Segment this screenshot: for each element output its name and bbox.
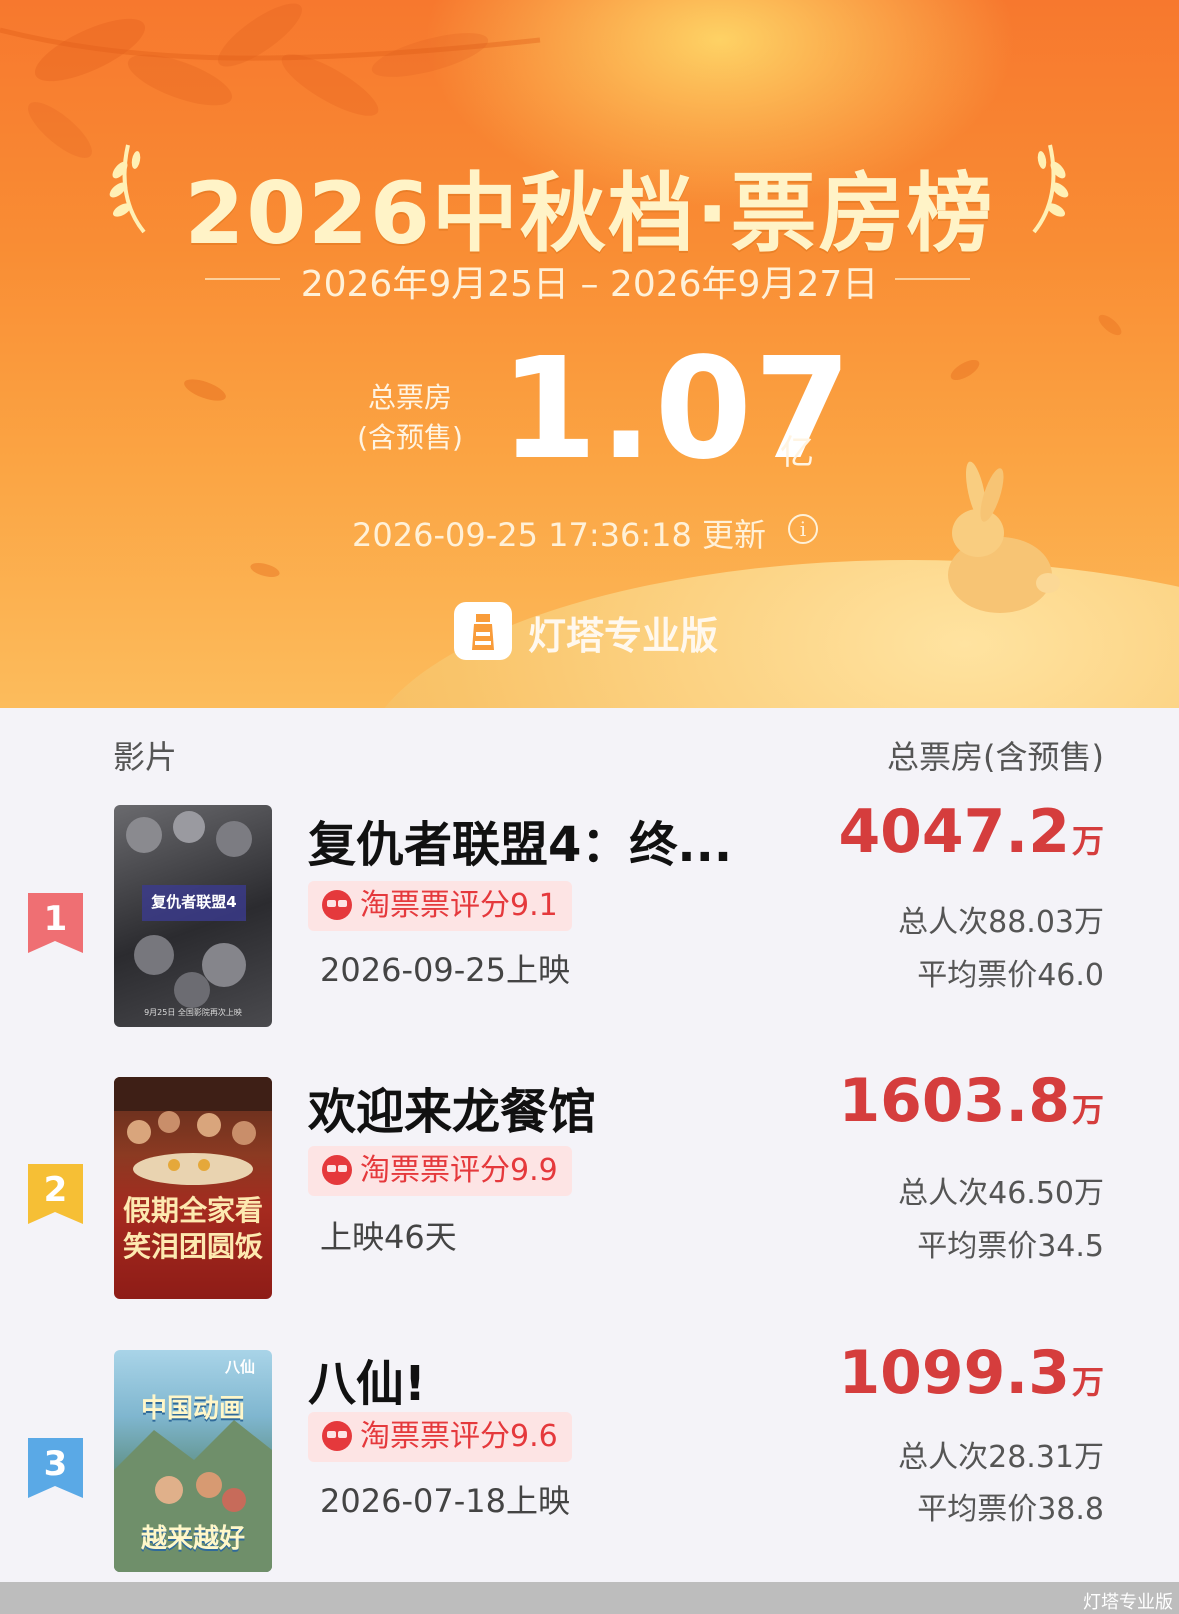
rabbit-icon bbox=[948, 461, 1060, 613]
poster-logo: 八仙 bbox=[224, 1358, 255, 1376]
poster-title-line2: 越来越好 bbox=[140, 1524, 245, 1554]
column-header-film: 影片 bbox=[113, 738, 178, 776]
gross-value: 4047.2万 bbox=[838, 797, 1104, 867]
rating-text: 淘票票评分9.1 bbox=[360, 888, 558, 923]
admissions: 总人次28.31万 bbox=[898, 1440, 1104, 1475]
movie-title[interactable]: 八仙! bbox=[308, 1344, 426, 1414]
admissions: 总人次46.50万 bbox=[898, 1176, 1104, 1211]
lighthouse-logo-icon bbox=[454, 602, 512, 660]
rank-number: 3 bbox=[43, 1444, 68, 1484]
update-timestamp: 2026-09-25 17:36:18 更新 bbox=[352, 516, 767, 554]
gross-number: 4047.2 bbox=[838, 797, 1070, 867]
poster-title-line2: 笑泪团圆饭 bbox=[122, 1230, 263, 1263]
list-item[interactable]: 1 复仇者联盟4 9月25日 全国影院再次上映 复仇者联盟4：终... 淘票票评… bbox=[0, 797, 1179, 1035]
rating-text: 淘票票评分9.6 bbox=[360, 1419, 558, 1454]
footer-bar bbox=[0, 1582, 1179, 1614]
list-item[interactable]: 3 八仙 中国动画 越来越好 八仙! 淘票票评分9.6 2026-07-18上映… bbox=[0, 1338, 1179, 1582]
falling-leaf-icon bbox=[950, 359, 980, 381]
poster-title: 复仇者联盟4 bbox=[151, 893, 237, 911]
rating-badge: 淘票票评分9.6 bbox=[308, 1412, 572, 1462]
column-header-gross: 总票房(含预售) bbox=[887, 738, 1104, 776]
date-range: 2026年9月25日 – 2026年9月27日 bbox=[300, 264, 879, 305]
rating-badge: 淘票票评分9.9 bbox=[308, 1146, 572, 1196]
gross-number: 1603.8 bbox=[838, 1066, 1070, 1136]
movie-poster[interactable]: 假期全家看 笑泪团圆饭 bbox=[114, 1077, 272, 1299]
gross-value: 1099.3万 bbox=[838, 1338, 1104, 1408]
rating-text: 淘票票评分9.9 bbox=[360, 1153, 558, 1188]
total-label-line2: (含预售) bbox=[357, 421, 463, 454]
poster-title: 中国动画 bbox=[140, 1394, 245, 1424]
total-unit: 亿 bbox=[780, 433, 814, 473]
movie-poster[interactable]: 八仙 中国动画 越来越好 bbox=[114, 1350, 272, 1572]
falling-leaf-icon bbox=[1098, 314, 1122, 336]
rating-badge: 淘票票评分9.1 bbox=[308, 881, 572, 931]
rank-number: 2 bbox=[43, 1170, 68, 1210]
rank-number: 1 bbox=[43, 899, 68, 939]
poster-title: 假期全家看 bbox=[122, 1194, 263, 1227]
rank-badge: 2 bbox=[28, 1164, 83, 1224]
release-info: 2026-09-25上映 bbox=[320, 951, 570, 989]
rank-badge: 1 bbox=[28, 893, 83, 953]
watermark: 灯塔专业版 bbox=[1083, 1592, 1173, 1613]
list-item[interactable]: 2 假期全家看 笑泪团圆饭 欢迎来龙餐馆 淘票票评分9.9 上映46天 1603… bbox=[0, 1066, 1179, 1308]
total-label-line1: 总票房 bbox=[367, 381, 452, 414]
taopiaopiao-icon bbox=[322, 1155, 352, 1185]
falling-leaf-icon bbox=[184, 379, 226, 401]
brand-name: 灯塔专业版 bbox=[528, 614, 719, 658]
release-info: 上映46天 bbox=[320, 1218, 457, 1256]
gross-number: 1099.3 bbox=[838, 1338, 1070, 1408]
avg-price: 平均票价38.8 bbox=[917, 1492, 1104, 1527]
page-title: 2026中秋档·票房榜 bbox=[184, 164, 995, 264]
hero-banner: 2026中秋档·票房榜 2026年9月25日 – 2026年9月27日 总票房 … bbox=[0, 0, 1179, 708]
gross-value: 1603.8万 bbox=[838, 1066, 1104, 1136]
info-icon[interactable]: i bbox=[788, 514, 818, 544]
gross-unit: 万 bbox=[1071, 1091, 1104, 1129]
avg-price: 平均票价34.5 bbox=[917, 1229, 1104, 1264]
gross-unit: 万 bbox=[1071, 1363, 1104, 1401]
admissions: 总人次88.03万 bbox=[898, 905, 1104, 940]
movie-poster[interactable]: 复仇者联盟4 9月25日 全国影院再次上映 bbox=[114, 805, 272, 1027]
total-label: 总票房 (含预售) bbox=[355, 378, 465, 458]
poster-subtitle: 9月25日 全国影院再次上映 bbox=[144, 1008, 242, 1017]
release-info: 2026-07-18上映 bbox=[320, 1482, 570, 1520]
taopiaopiao-icon bbox=[322, 1421, 352, 1451]
falling-leaf-icon bbox=[250, 563, 280, 577]
rank-badge: 3 bbox=[28, 1438, 83, 1498]
avg-price: 平均票价46.0 bbox=[917, 958, 1104, 993]
movie-title[interactable]: 复仇者联盟4：终... bbox=[308, 805, 732, 875]
taopiaopiao-icon bbox=[322, 890, 352, 920]
movie-title[interactable]: 欢迎来龙餐馆 bbox=[308, 1072, 596, 1142]
gross-unit: 万 bbox=[1071, 822, 1104, 860]
